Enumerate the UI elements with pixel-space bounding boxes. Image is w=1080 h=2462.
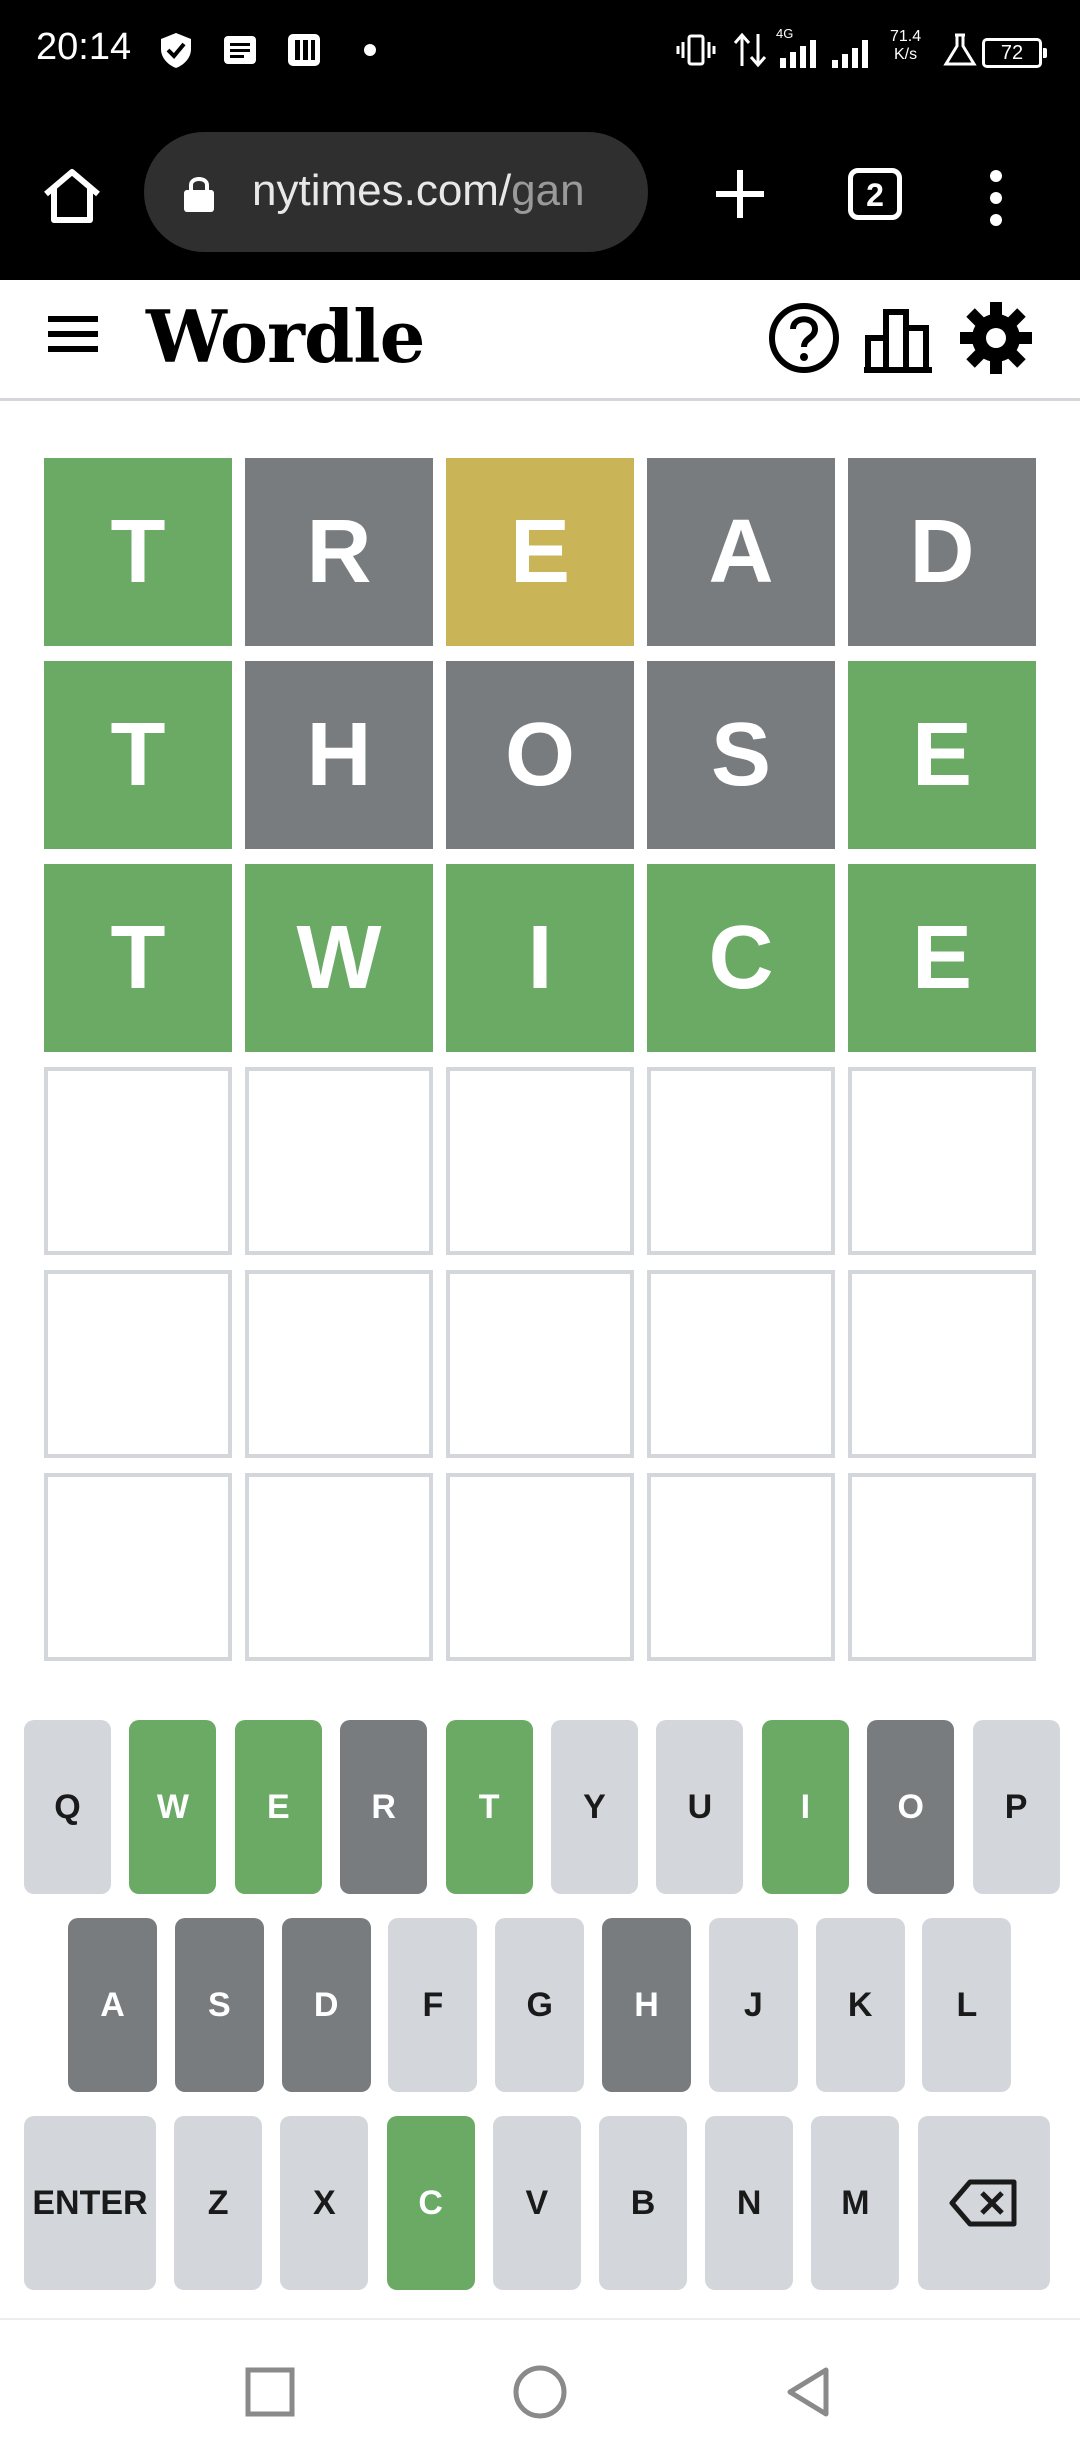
key[interactable]: F	[388, 1918, 478, 2092]
board-tile	[848, 1067, 1036, 1255]
home-circle-icon[interactable]	[512, 2364, 568, 2420]
board-tile: C	[647, 864, 835, 1052]
board-tile: W	[245, 864, 433, 1052]
board-tile: R	[245, 458, 433, 646]
status-time: 20:14	[36, 26, 132, 68]
new-tab-icon[interactable]	[708, 162, 772, 226]
key[interactable]: A	[68, 1918, 157, 2092]
board-tile	[245, 1473, 433, 1661]
more-notifications-dot-icon	[364, 44, 376, 56]
browser-toolbar: nytimes.com/gan 2	[0, 108, 1080, 280]
board-tile: H	[245, 661, 433, 849]
key[interactable]: K	[815, 1918, 905, 2092]
network-speed-unit: K/s	[894, 46, 918, 63]
board-tile	[44, 1270, 232, 1458]
board-tile: T	[44, 661, 232, 849]
board-tile	[446, 1067, 634, 1255]
board-tile: E	[446, 458, 634, 646]
board-tile	[446, 1473, 634, 1661]
vibrate-icon	[676, 34, 716, 66]
key[interactable]: X	[280, 2116, 369, 2290]
system-navigation-bar	[0, 2318, 1080, 2462]
board-tile: A	[647, 458, 835, 646]
key[interactable]: S	[174, 1918, 264, 2092]
statistics-icon[interactable]	[862, 300, 938, 376]
battery-indicator: 72	[982, 38, 1047, 68]
board-tile: T	[44, 864, 232, 1052]
key[interactable]: N	[705, 2116, 794, 2290]
backspace-key[interactable]	[917, 2116, 1050, 2290]
flask-icon	[943, 33, 977, 66]
page-title: Wordle	[146, 294, 425, 379]
backspace-icon	[949, 2179, 1017, 2227]
wordle-header: Wordle	[0, 280, 1080, 401]
back-triangle-icon[interactable]	[780, 2364, 836, 2420]
svg-text:4G: 4G	[776, 26, 793, 41]
lock-icon	[184, 177, 214, 212]
key[interactable]: T	[445, 1720, 533, 1894]
address-bar[interactable]: nytimes.com/gan	[144, 132, 648, 252]
key[interactable]: V	[492, 2116, 581, 2290]
key[interactable]: R	[340, 1720, 428, 1894]
enter-key[interactable]: ENTER	[24, 2116, 156, 2290]
key[interactable]: D	[281, 1918, 371, 2092]
key[interactable]: Y	[551, 1720, 638, 1894]
url-rest: gan	[511, 166, 585, 215]
key[interactable]: B	[599, 2116, 687, 2290]
help-icon[interactable]	[766, 300, 842, 376]
key[interactable]: I	[761, 1720, 849, 1894]
data-arrows-icon	[733, 32, 767, 68]
recents-square-icon[interactable]	[242, 2364, 298, 2420]
hamburger-menu-icon[interactable]	[46, 310, 100, 358]
board-tile: O	[446, 661, 634, 849]
board-tile	[245, 1067, 433, 1255]
board-tile	[44, 1067, 232, 1255]
shield-check-icon	[161, 33, 191, 68]
key[interactable]: P	[972, 1720, 1060, 1894]
key[interactable]: Q	[24, 1720, 111, 1894]
key[interactable]: U	[656, 1720, 744, 1894]
signal-4g-icon: 4G	[776, 26, 816, 68]
key[interactable]: J	[708, 1918, 798, 2092]
url-text: nytimes.com/gan	[252, 166, 585, 216]
network-speed-value: 71.4	[890, 28, 922, 45]
board-tile: D	[848, 458, 1036, 646]
board-tile: E	[848, 864, 1036, 1052]
board-tile: I	[446, 864, 634, 1052]
board-tile: E	[848, 661, 1036, 849]
key[interactable]: M	[811, 2116, 900, 2290]
key[interactable]: E	[234, 1720, 322, 1894]
key[interactable]: W	[129, 1720, 217, 1894]
signal-icon	[832, 40, 868, 68]
board-tile: T	[44, 458, 232, 646]
key[interactable]: H	[602, 1918, 691, 2092]
network-speed: 71.4 K/s	[890, 28, 921, 64]
key[interactable]: O	[867, 1720, 955, 1894]
board-tile	[446, 1270, 634, 1458]
key[interactable]: C	[386, 2116, 475, 2290]
board-tile	[245, 1270, 433, 1458]
board-tile	[848, 1270, 1036, 1458]
more-options-icon[interactable]	[984, 168, 1008, 228]
board-tile: S	[647, 661, 835, 849]
board-tile	[44, 1473, 232, 1661]
board-tile	[647, 1067, 835, 1255]
key[interactable]: Z	[174, 2116, 263, 2290]
status-bar: 20:14 4G 71.4 K/s 72	[0, 0, 1080, 108]
tab-switcher-button[interactable]: 2	[848, 168, 902, 220]
app-notification-icon	[288, 34, 320, 66]
home-icon[interactable]	[40, 164, 104, 228]
url-main: nytimes.com/	[252, 166, 512, 215]
message-icon	[224, 36, 256, 64]
board-tile	[647, 1270, 835, 1458]
key[interactable]: L	[922, 1918, 1012, 2092]
board-tile	[848, 1473, 1036, 1661]
board-tile	[647, 1473, 835, 1661]
settings-gear-icon[interactable]	[958, 300, 1034, 376]
key[interactable]: G	[495, 1918, 585, 2092]
